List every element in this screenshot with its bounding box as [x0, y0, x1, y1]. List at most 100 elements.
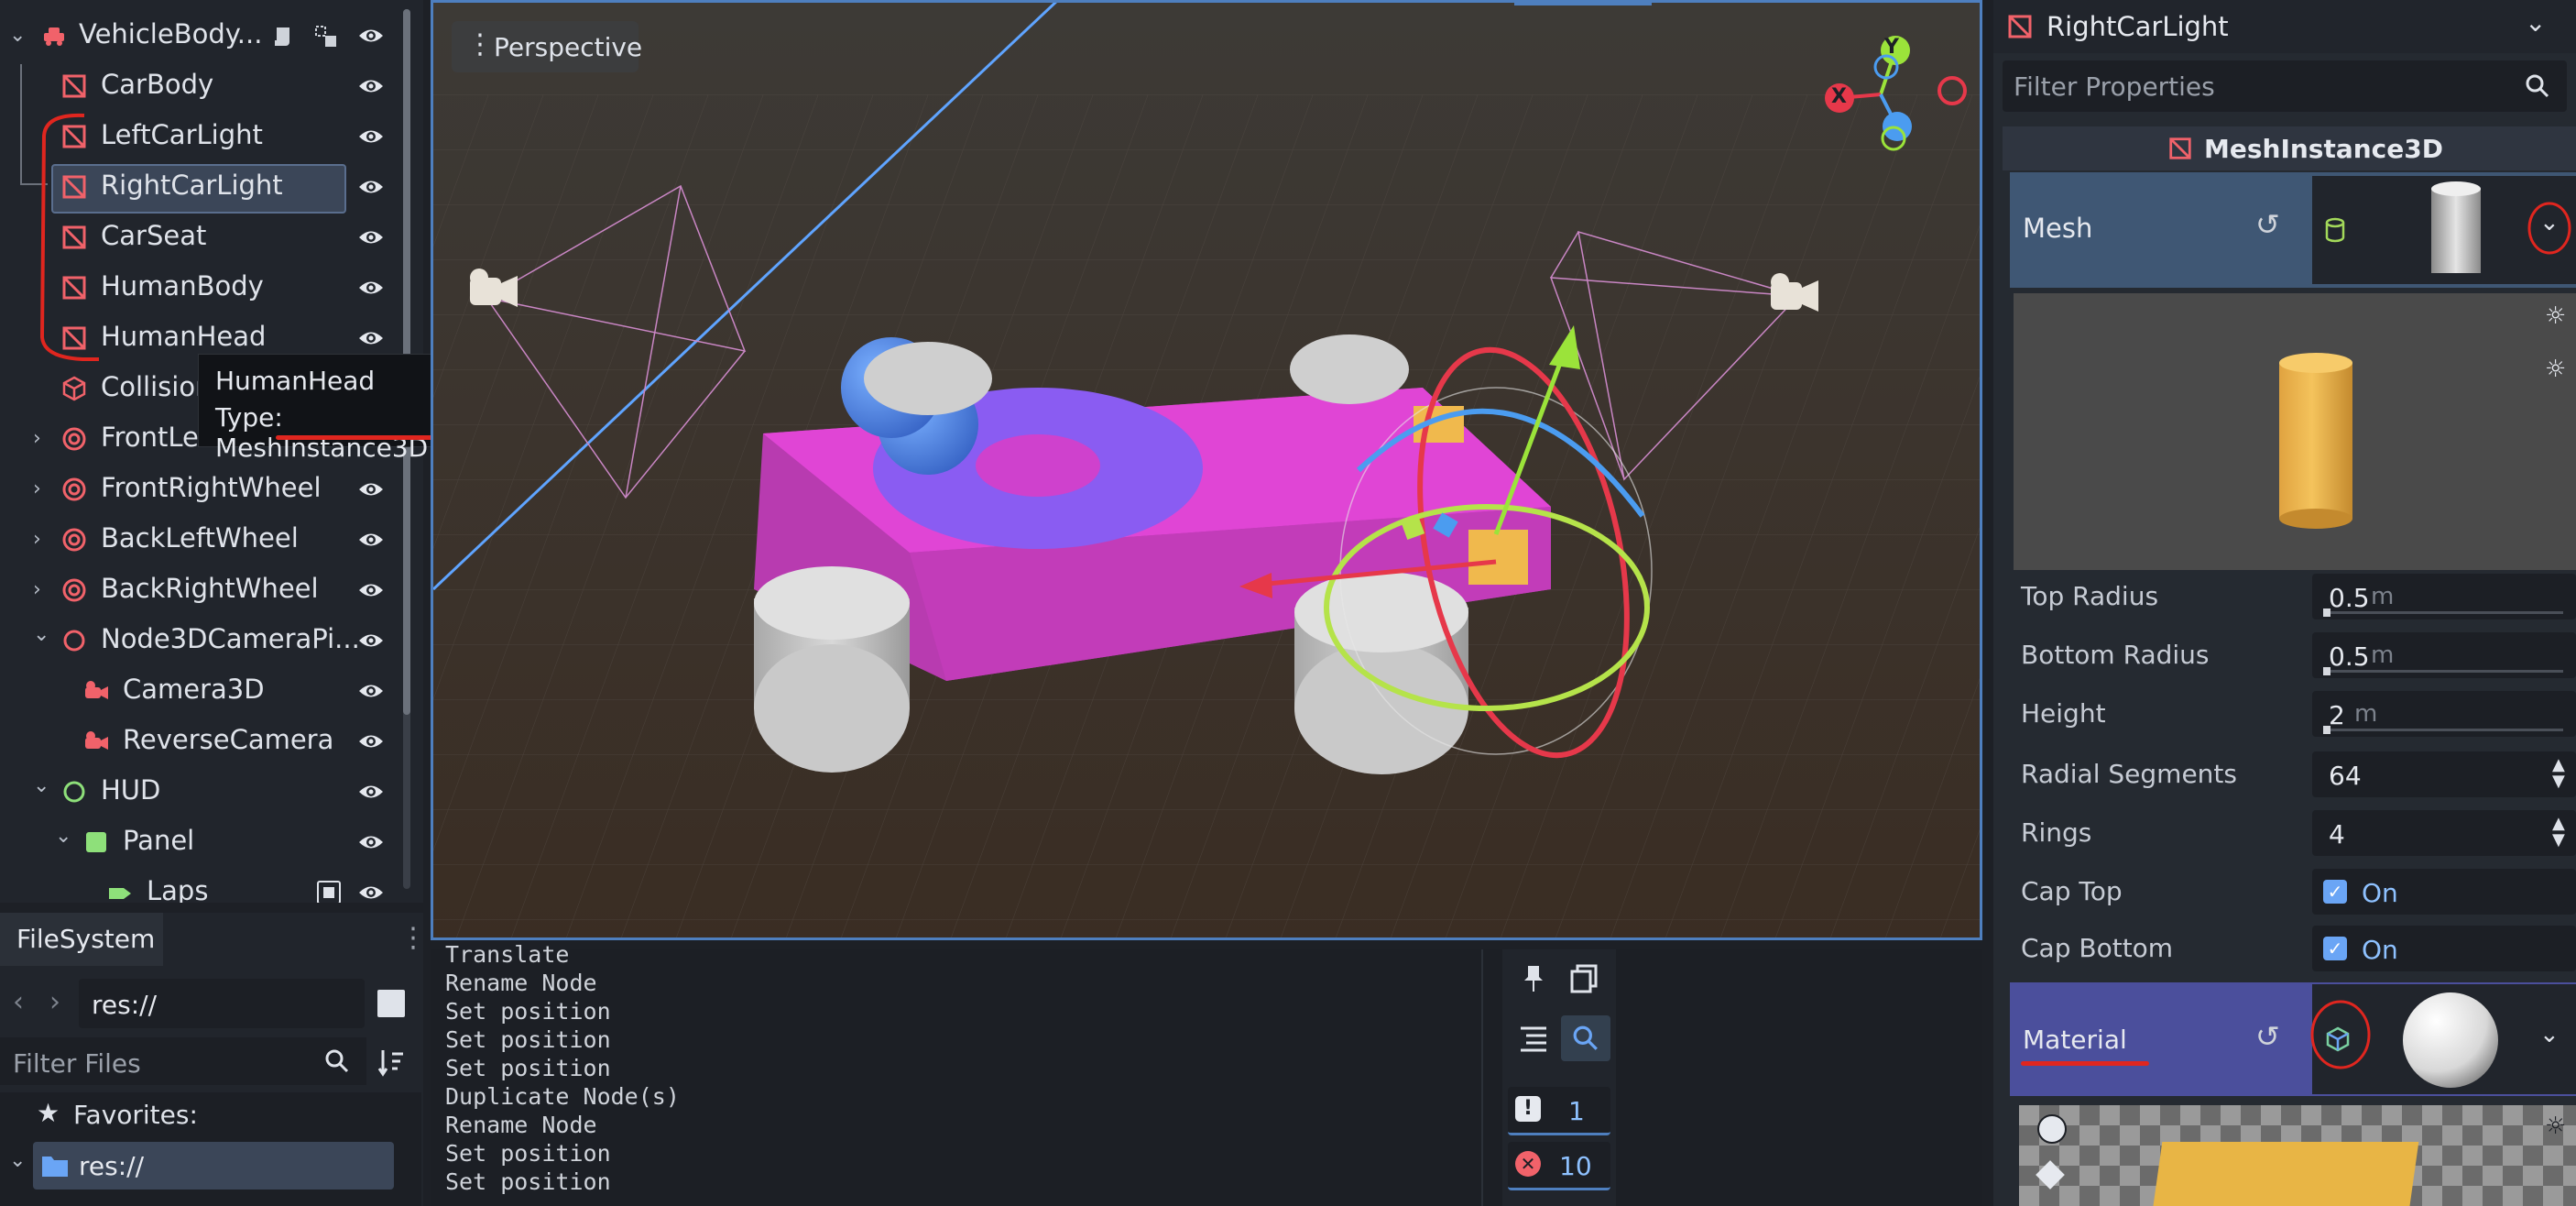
search-toggle[interactable]	[1561, 1015, 1610, 1061]
group-icon[interactable]	[313, 24, 339, 49]
visibility-eye-icon[interactable]	[357, 729, 385, 753]
light1-toggle-icon[interactable]: ☼	[2545, 1113, 2566, 1140]
chevron-right-icon[interactable]: ›	[33, 578, 41, 601]
tree-item-reversecamera[interactable]: ReverseCamera	[0, 717, 403, 767]
spinbox-arrows-icon[interactable]: ▲ ▼	[2552, 757, 2565, 790]
revert-icon[interactable]: ↺	[2255, 1019, 2280, 1054]
spinbox-field[interactable]: 64 ▲ ▼	[2312, 751, 2576, 797]
slider-track[interactable]	[2325, 729, 2563, 731]
visibility-eye-icon[interactable]	[357, 125, 385, 148]
visibility-eye-icon[interactable]	[357, 326, 385, 350]
property-rings[interactable]: Rings 4 ▲ ▼	[2010, 806, 2576, 860]
checkbox-checked-icon[interactable]: ✓	[2323, 937, 2347, 960]
visibility-eye-icon[interactable]	[357, 629, 385, 652]
revert-icon[interactable]: ↺	[2255, 207, 2280, 242]
chevron-down-icon[interactable]: ⌄	[55, 825, 71, 848]
chevron-down-icon[interactable]: ⌄	[2539, 1021, 2560, 1048]
light1-toggle-icon[interactable]: ☼	[2545, 302, 2566, 330]
chevron-down-icon[interactable]: ⌄	[2525, 7, 2546, 38]
slider-knob[interactable]	[2323, 667, 2330, 675]
spinbox-arrows-icon[interactable]: ▲ ▼	[2552, 816, 2565, 849]
chevron-down-icon[interactable]: ⌄	[33, 623, 49, 646]
box-preview-icon[interactable]	[2036, 1160, 2065, 1190]
visibility-eye-icon[interactable]	[357, 528, 385, 552]
chevron-down-icon[interactable]: ⌄	[9, 1149, 26, 1172]
visibility-eye-icon[interactable]	[357, 881, 385, 903]
checkbox-field[interactable]: ✓ On	[2312, 869, 2576, 915]
property-radial-segments[interactable]: Radial Segments 64 ▲ ▼	[2010, 748, 2576, 801]
tree-item-camera3d[interactable]: Camera3D	[0, 666, 403, 717]
property-bottom-radius[interactable]: Bottom Radius 0.5 m	[2010, 629, 2576, 682]
visibility-layer-icon[interactable]	[317, 881, 341, 903]
script-icon[interactable]	[271, 24, 297, 49]
3d-viewport[interactable]: Y X ⋮ Perspective	[431, 0, 1982, 940]
class-header[interactable]: MeshInstance3D	[2003, 126, 2576, 170]
visibility-eye-icon[interactable]	[357, 780, 385, 804]
warnings-toggle[interactable]: ! 1	[1508, 1087, 1610, 1135]
path-field[interactable]: res://	[79, 979, 365, 1028]
light2-toggle-icon[interactable]: ☼	[2545, 356, 2566, 383]
favorites-label[interactable]: Favorites:	[73, 1100, 198, 1130]
visibility-eye-icon[interactable]	[357, 477, 385, 501]
chevron-down-icon[interactable]: ⌄	[33, 774, 49, 797]
chevron-right-icon[interactable]: ›	[33, 477, 41, 500]
tab-filesystem[interactable]: FileSystem	[0, 913, 163, 966]
visibility-eye-icon[interactable]	[357, 24, 385, 48]
number-slider-field[interactable]: 0.5 m	[2312, 574, 2576, 619]
slider-knob[interactable]	[2323, 608, 2330, 617]
checkbox-field[interactable]: ✓ On	[2312, 926, 2576, 971]
number-slider-field[interactable]: 0.5 m	[2312, 632, 2576, 678]
back-arrow-icon[interactable]: ‹	[13, 986, 24, 1018]
tree-root-row[interactable]: ⌄ VehicleBody...	[0, 11, 403, 61]
slider-knob[interactable]	[2323, 726, 2330, 734]
spinbox-field[interactable]: 4 ▲ ▼	[2312, 810, 2576, 856]
tree-item-panel[interactable]: ⌄ Panel	[0, 817, 403, 868]
chevron-down-icon[interactable]: ⌄	[9, 24, 26, 47]
res-root-item[interactable]: res://	[33, 1142, 394, 1190]
tree-item-frontrightwheel[interactable]: › FrontRightWheel	[0, 465, 403, 515]
number-slider-field[interactable]: 2m	[2312, 691, 2576, 737]
filter-files-input[interactable]: Filter Files	[0, 1037, 366, 1085]
tree-item-hud[interactable]: ⌄ HUD	[0, 767, 403, 817]
mesh-preview[interactable]: ☼ ☼	[2014, 293, 2576, 570]
chevron-right-icon[interactable]: ›	[33, 528, 41, 551]
tree-item-carbody[interactable]: CarBody	[0, 61, 403, 112]
tree-item-laps[interactable]: Laps	[0, 868, 403, 903]
visibility-eye-icon[interactable]	[357, 225, 385, 249]
kebab-menu-icon[interactable]: ⋮	[399, 922, 427, 954]
property-cap-top[interactable]: Cap Top ✓ On	[2010, 865, 2576, 918]
visibility-eye-icon[interactable]	[357, 276, 385, 300]
inspector-node-selector[interactable]: RightCarLight ⌄	[1993, 0, 2576, 53]
checkbox-checked-icon[interactable]: ✓	[2323, 880, 2347, 904]
mesh-instance-icon	[2169, 137, 2191, 159]
visibility-eye-icon[interactable]	[357, 830, 385, 854]
tree-item-node3dcamerapi[interactable]: ⌄ Node3DCameraPi...	[0, 616, 403, 666]
forward-arrow-icon[interactable]: ›	[49, 986, 60, 1018]
material-preview[interactable]: ☼	[2019, 1105, 2576, 1206]
tree-item-backleftwheel[interactable]: › BackLeftWheel	[0, 515, 403, 565]
tree-item-backrightwheel[interactable]: › BackRightWheel	[0, 565, 403, 616]
mesh-property-row[interactable]: Mesh ↺ ⌄	[2010, 172, 2576, 288]
slider-track[interactable]	[2325, 611, 2563, 614]
sphere-preview-icon[interactable]	[2037, 1114, 2067, 1144]
material-property-row[interactable]: Material ↺ ⌄	[2010, 982, 2576, 1096]
collapse-icon[interactable]	[1515, 1021, 1552, 1058]
perspective-menu-button[interactable]: ⋮ Perspective	[452, 21, 642, 72]
filter-properties-input[interactable]: Filter Properties	[2003, 60, 2567, 112]
visibility-eye-icon[interactable]	[357, 175, 385, 199]
property-height[interactable]: Height 2 m	[2010, 687, 2576, 740]
errors-toggle[interactable]: ✕ 10	[1508, 1142, 1610, 1190]
toggle-split-icon[interactable]	[377, 990, 405, 1017]
sort-icon[interactable]	[376, 1047, 407, 1078]
copy-icon[interactable]	[1566, 960, 1603, 997]
material-resource-slot[interactable]: ⌄	[2310, 984, 2576, 1094]
property-cap-bottom[interactable]: Cap Bottom ✓ On	[2010, 922, 2576, 975]
mesh-resource-slot[interactable]: ⌄	[2312, 176, 2576, 284]
visibility-eye-icon[interactable]	[357, 679, 385, 703]
chevron-right-icon[interactable]: ›	[33, 427, 41, 450]
visibility-eye-icon[interactable]	[357, 74, 385, 98]
visibility-eye-icon[interactable]	[357, 578, 385, 602]
slider-track[interactable]	[2325, 670, 2563, 673]
pin-icon[interactable]	[1515, 960, 1552, 997]
property-top-radius[interactable]: Top Radius 0.5 m	[2010, 570, 2576, 623]
